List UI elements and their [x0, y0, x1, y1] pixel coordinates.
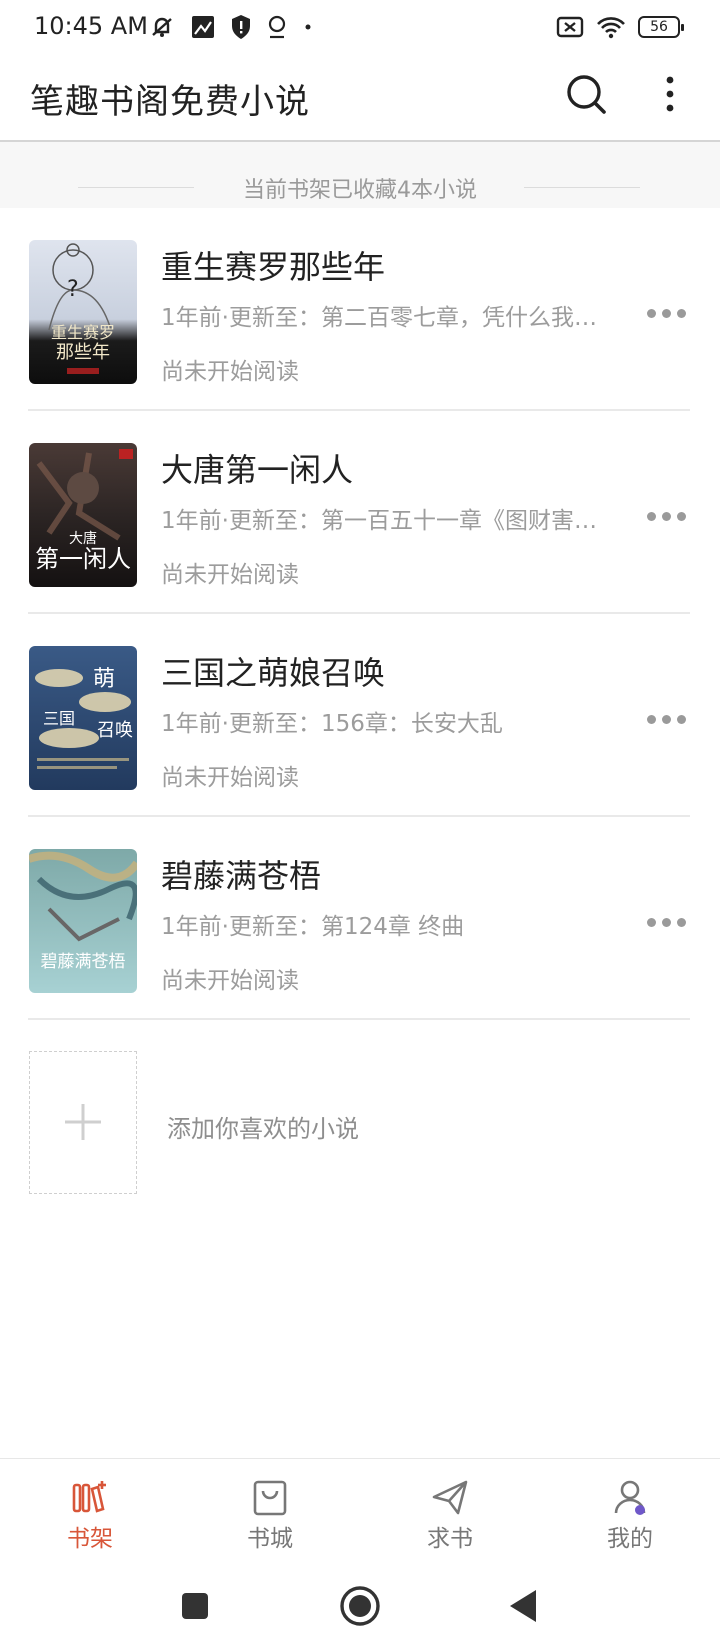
book-reading-progress: 尚未开始阅读 — [161, 359, 299, 385]
status-time: 10:45 AM — [34, 12, 148, 40]
ellipsis-dot-icon — [646, 714, 656, 724]
profile-icon — [614, 1480, 646, 1515]
image-blocked-icon — [192, 16, 214, 38]
status-bar: 10:45 AM 56 — [0, 0, 720, 54]
book-item[interactable]: 碧藤满苍梧 碧藤满苍梧 1年前·更新至：第124章 终曲 尚未开始阅读 — [0, 817, 720, 1020]
book-item[interactable]: ? 重生赛罗 那些年 重生赛罗那些年 1年前·更新至：第二百零七章，凭什么我… … — [0, 208, 720, 411]
status-system-icons: 56 — [556, 12, 684, 42]
book-reading-progress: 尚未开始阅读 — [161, 968, 299, 994]
svg-text:那些年: 那些年 — [56, 342, 110, 363]
app-header: 笔趣书阁免费小说 — [0, 54, 720, 142]
ellipsis-dot-icon — [676, 714, 686, 724]
nav-profile[interactable]: 我的 — [540, 1459, 720, 1571]
book-item[interactable]: 萌 三国 召唤 三国之萌娘召唤 1年前·更新至：156章：长安大乱 尚未开始阅读 — [0, 614, 720, 817]
ellipsis-dot-icon — [646, 308, 656, 318]
ellipsis-dot-icon — [646, 511, 656, 521]
book-latest-update: 1年前·更新至：第二百零七章，凭什么我… — [161, 305, 597, 331]
shelf-summary-text: 当前书架已收藏4本小说 — [243, 178, 477, 203]
search-icon[interactable] — [564, 72, 608, 116]
svg-text:召唤: 召唤 — [97, 720, 133, 741]
book-reading-progress: 尚未开始阅读 — [161, 562, 299, 588]
book-cover[interactable]: 碧藤满苍梧 — [29, 849, 137, 993]
svg-text:第一闲人: 第一闲人 — [35, 545, 131, 573]
ellipsis-dot-icon — [676, 917, 686, 927]
wifi-icon — [597, 17, 625, 39]
nav-bookshelf[interactable]: 书架 — [0, 1459, 180, 1571]
book-title: 重生赛罗那些年 — [161, 248, 386, 286]
svg-text:碧藤满苍梧: 碧藤满苍梧 — [41, 952, 126, 972]
ellipsis-dot-icon — [661, 511, 671, 521]
shield-icon — [232, 15, 250, 39]
book-title: 碧藤满苍梧 — [161, 857, 322, 895]
more-options-icon[interactable] — [650, 72, 690, 116]
app-title: 笔趣书阁免费小说 — [30, 82, 310, 122]
back-icon[interactable] — [502, 1584, 546, 1628]
bottom-navigation: 书架 书城 求书 我的 — [0, 1458, 720, 1570]
plus-icon — [65, 1104, 101, 1140]
book-title: 三国之萌娘召唤 — [161, 654, 386, 692]
ellipsis-dot-icon — [661, 714, 671, 724]
location-pin-icon — [268, 15, 286, 39]
ellipsis-dot-icon — [646, 917, 656, 927]
home-icon[interactable] — [338, 1584, 382, 1628]
muted-bell-icon — [152, 17, 172, 37]
book-more-options-button[interactable] — [642, 501, 690, 531]
book-cover[interactable]: 萌 三国 召唤 — [29, 646, 137, 790]
nav-label: 书城 — [247, 1526, 293, 1552]
book-reading-progress: 尚未开始阅读 — [161, 765, 299, 791]
nav-bookstore[interactable]: 书城 — [180, 1459, 360, 1571]
book-more-options-button[interactable] — [642, 704, 690, 734]
book-latest-update: 1年前·更新至：第124章 终曲 — [161, 914, 465, 940]
book-latest-update: 1年前·更新至：第一百五十一章《图财害… — [161, 508, 597, 534]
book-cover[interactable]: 大唐 第一闲人 — [29, 443, 137, 587]
svg-text:萌: 萌 — [93, 667, 115, 692]
ellipsis-dot-icon — [661, 917, 671, 927]
store-bag-icon — [253, 1480, 287, 1516]
ellipsis-dot-icon — [676, 511, 686, 521]
book-more-options-button[interactable] — [642, 907, 690, 937]
banner-divider-right — [524, 187, 640, 188]
shelf-summary-banner: 当前书架已收藏4本小说 — [0, 142, 720, 208]
book-cover[interactable]: ? 重生赛罗 那些年 — [29, 240, 137, 384]
no-sim-icon — [556, 16, 584, 38]
ellipsis-dot-icon — [676, 308, 686, 318]
bookshelf-icon — [72, 1481, 106, 1513]
nav-label: 求书 — [427, 1526, 473, 1552]
add-book-row[interactable]: 添加你喜欢的小说 — [0, 1020, 720, 1194]
battery-icon: 56 — [638, 16, 684, 38]
book-title: 大唐第一闲人 — [161, 451, 354, 489]
status-notification-icons — [148, 12, 314, 42]
svg-text:重生赛罗: 重生赛罗 — [51, 323, 115, 342]
svg-text:三国: 三国 — [43, 709, 75, 728]
book-item[interactable]: 大唐 第一闲人 大唐第一闲人 1年前·更新至：第一百五十一章《图财害… 尚未开始… — [0, 411, 720, 614]
svg-text:?: ? — [67, 277, 79, 302]
system-navigation-bar — [0, 1570, 720, 1650]
paper-plane-icon — [432, 1480, 468, 1515]
recent-apps-icon[interactable] — [173, 1584, 217, 1628]
dot-icon — [305, 24, 311, 30]
nav-request-book[interactable]: 求书 — [360, 1459, 540, 1571]
nav-label: 我的 — [607, 1526, 653, 1552]
book-list: ? 重生赛罗 那些年 重生赛罗那些年 1年前·更新至：第二百零七章，凭什么我… … — [0, 208, 720, 1020]
book-more-options-button[interactable] — [642, 298, 690, 328]
nav-label: 书架 — [67, 1526, 113, 1552]
ellipsis-dot-icon — [661, 308, 671, 318]
add-book-label[interactable]: 添加你喜欢的小说 — [167, 1109, 359, 1144]
book-latest-update: 1年前·更新至：156章：长安大乱 — [161, 711, 503, 737]
add-book-button[interactable] — [29, 1051, 137, 1194]
battery-level: 56 — [650, 19, 668, 35]
